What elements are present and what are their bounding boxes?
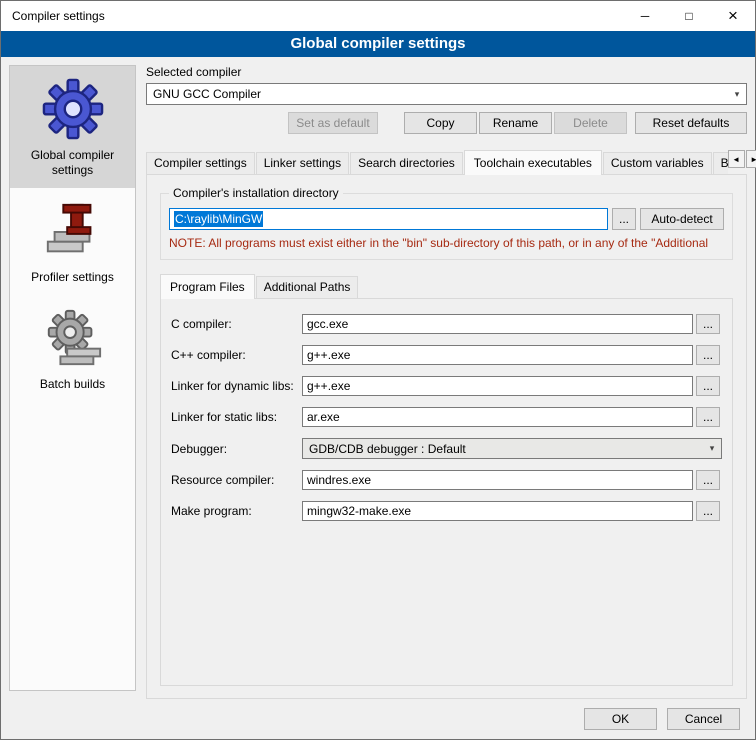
cpp-compiler-value: g++.exe (307, 348, 350, 362)
static-linker-value: ar.exe (307, 410, 340, 424)
toolchain-executables-panel: Compiler's installation directory C:\ray… (146, 174, 747, 699)
resource-compiler-label: Resource compiler: (171, 473, 299, 487)
sidebar-item-profiler-settings[interactable]: Profiler settings (10, 188, 135, 295)
gray-gear-icon (42, 307, 104, 369)
minimize-icon[interactable]: ─ (623, 1, 667, 31)
program-files-tabstrip: Program Files Additional Paths (160, 274, 733, 298)
tab-program-files[interactable]: Program Files (160, 274, 255, 299)
cpp-compiler-label: C++ compiler: (171, 348, 299, 362)
window-controls: ─ □ × (623, 1, 755, 31)
installation-directory-value: C:\raylib\MinGW (174, 211, 263, 227)
program-files-fields: C compiler: gcc.exe ... C++ compiler: g+… (171, 314, 722, 521)
settings-tabstrip: Compiler settings Linker settings Search… (146, 150, 747, 174)
c-compiler-browse-button[interactable]: ... (696, 314, 720, 334)
window-title: Compiler settings (1, 9, 105, 23)
rename-button[interactable]: Rename (479, 112, 552, 134)
dynamic-linker-value: g++.exe (307, 379, 350, 393)
chevron-down-icon: ▾ (728, 89, 746, 100)
settings-sidebar: Global compiler settings Profiler settin… (9, 65, 136, 691)
reset-defaults-button[interactable]: Reset defaults (635, 112, 747, 134)
installation-directory-groupbox: Compiler's installation directory C:\ray… (160, 193, 733, 260)
selected-compiler-value: GNU GCC Compiler (153, 87, 261, 101)
tab-compiler-settings[interactable]: Compiler settings (146, 152, 255, 174)
make-program-value: mingw32-make.exe (307, 504, 411, 518)
make-program-browse-button[interactable]: ... (696, 501, 720, 521)
cpp-compiler-browse-button[interactable]: ... (696, 345, 720, 365)
tab-custom-variables[interactable]: Custom variables (603, 152, 712, 174)
dynamic-linker-input[interactable]: g++.exe (302, 376, 693, 396)
static-linker-input[interactable]: ar.exe (302, 407, 693, 427)
titlebar: Compiler settings ─ □ × (1, 1, 755, 31)
c-compiler-value: gcc.exe (307, 317, 348, 331)
tab-toolchain-executables[interactable]: Toolchain executables (464, 150, 602, 175)
selected-compiler-dropdown[interactable]: GNU GCC Compiler ▾ (146, 83, 747, 105)
make-program-label: Make program: (171, 504, 299, 518)
auto-detect-button[interactable]: Auto-detect (640, 208, 724, 230)
debugger-label: Debugger: (171, 442, 299, 456)
maximize-icon[interactable]: □ (667, 1, 711, 31)
tab-linker-settings[interactable]: Linker settings (256, 152, 349, 174)
sidebar-item-label: Batch builds (40, 377, 105, 392)
compiler-buttons-row: Set as default Copy Rename Delete Reset … (146, 112, 747, 134)
cancel-button[interactable]: Cancel (667, 708, 740, 730)
installation-directory-legend: Compiler's installation directory (169, 186, 343, 200)
delete-button[interactable]: Delete (554, 112, 627, 134)
installation-directory-input[interactable]: C:\raylib\MinGW (169, 208, 608, 230)
ok-button[interactable]: OK (584, 708, 657, 730)
tab-search-directories[interactable]: Search directories (350, 152, 463, 174)
copy-button[interactable]: Copy (404, 112, 477, 134)
sidebar-item-label: Profiler settings (31, 270, 114, 285)
selected-compiler-label: Selected compiler (146, 65, 747, 79)
c-compiler-input[interactable]: gcc.exe (302, 314, 693, 334)
tab-scroll-buttons: ◄ ► (728, 150, 756, 168)
tab-build-options-truncated[interactable]: Buil (713, 152, 728, 174)
static-linker-label: Linker for static libs: (171, 410, 299, 424)
resource-compiler-browse-button[interactable]: ... (696, 470, 720, 490)
sidebar-item-label: Global compiler settings (14, 148, 131, 178)
tab-scroll-left-icon[interactable]: ◄ (728, 150, 745, 168)
tab-additional-paths[interactable]: Additional Paths (256, 276, 359, 298)
make-program-input[interactable]: mingw32-make.exe (302, 501, 693, 521)
compiler-settings-window: Compiler settings ─ □ × Global compiler … (0, 0, 756, 740)
program-files-panel: C compiler: gcc.exe ... C++ compiler: g+… (160, 298, 733, 686)
dialog-body: Global compiler settings Profiler settin… (1, 57, 755, 699)
dynamic-linker-label: Linker for dynamic libs: (171, 379, 299, 393)
installation-directory-browse-button[interactable]: ... (612, 208, 636, 230)
cpp-compiler-input[interactable]: g++.exe (302, 345, 693, 365)
resource-compiler-value: windres.exe (307, 473, 371, 487)
debugger-value: GDB/CDB debugger : Default (309, 442, 466, 456)
dynamic-linker-browse-button[interactable]: ... (696, 376, 720, 396)
tab-scroll-right-icon[interactable]: ► (746, 150, 756, 168)
bin-subdirectory-note: NOTE: All programs must exist either in … (169, 236, 724, 250)
static-linker-browse-button[interactable]: ... (696, 407, 720, 427)
dialog-header-title: Global compiler settings (1, 31, 755, 57)
blue-gear-icon (42, 78, 104, 140)
sidebar-item-global-compiler-settings[interactable]: Global compiler settings (10, 66, 135, 188)
profiler-tool-icon (42, 200, 104, 262)
resource-compiler-input[interactable]: windres.exe (302, 470, 693, 490)
installation-directory-row: C:\raylib\MinGW ... Auto-detect (169, 208, 724, 230)
close-icon[interactable]: × (711, 1, 755, 31)
debugger-dropdown[interactable]: GDB/CDB debugger : Default ▾ (302, 438, 722, 459)
main-panel: Selected compiler GNU GCC Compiler ▾ Set… (146, 65, 747, 699)
c-compiler-label: C compiler: (171, 317, 299, 331)
sidebar-item-batch-builds[interactable]: Batch builds (10, 295, 135, 402)
set-as-default-button[interactable]: Set as default (288, 112, 378, 134)
chevron-down-icon: ▾ (703, 443, 721, 454)
dialog-footer: OK Cancel (1, 699, 755, 739)
